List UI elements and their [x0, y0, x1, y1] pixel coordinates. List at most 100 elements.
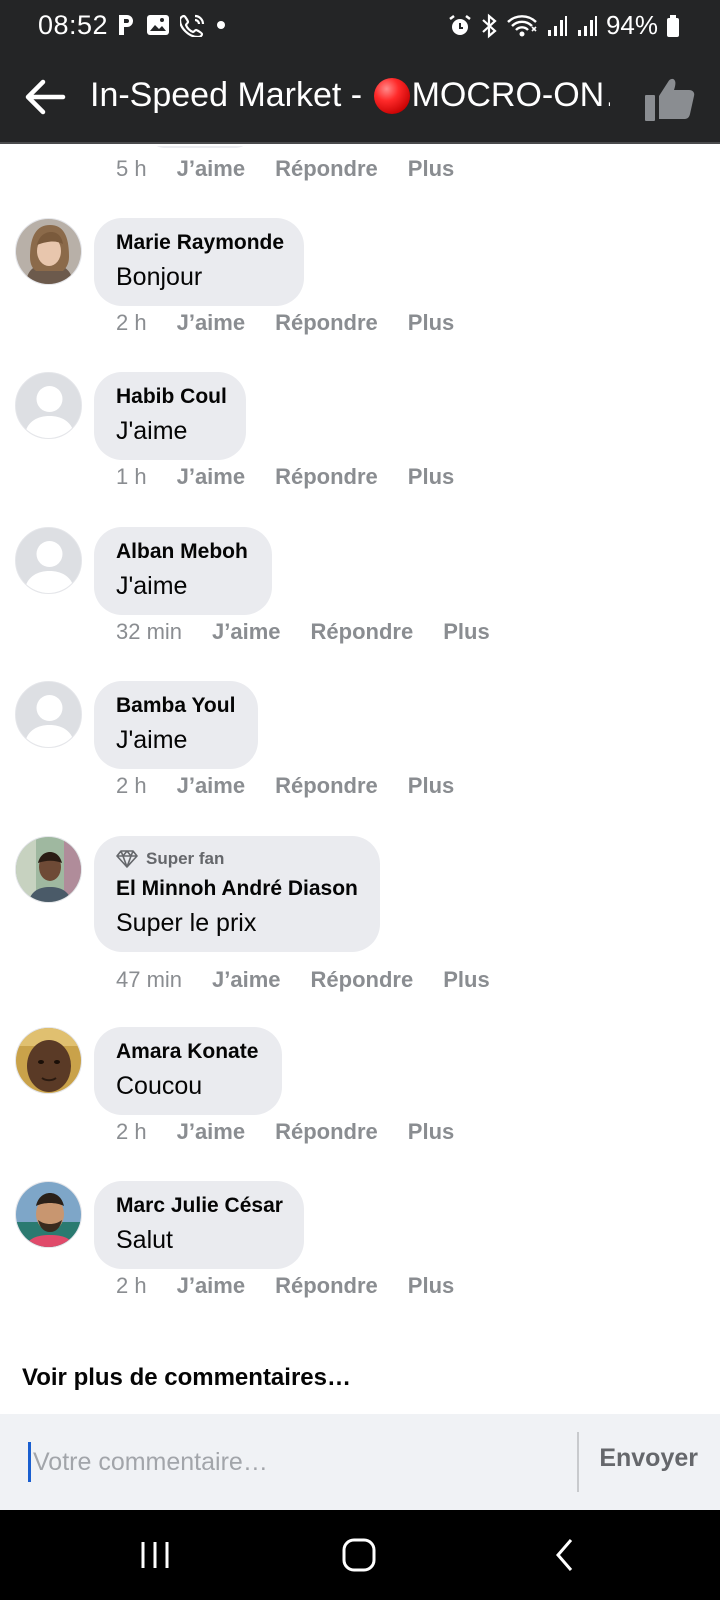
comment-author[interactable]: Habib Coul — [116, 384, 227, 410]
comment-bubble: Alban Meboh J'aime — [94, 527, 272, 615]
page-title: In-Speed Market - MOCRO-ON… — [90, 76, 610, 115]
home-button[interactable] — [334, 1532, 384, 1578]
comment-author[interactable]: El Minnoh André Diason — [116, 876, 358, 902]
send-button[interactable]: Envoyer — [599, 1444, 698, 1473]
like-button[interactable]: J’aime — [212, 619, 281, 645]
more-button[interactable]: Plus — [443, 967, 489, 993]
comment-composer: Envoyer — [0, 1414, 720, 1510]
reply-button[interactable]: Répondre — [275, 464, 378, 490]
comment-actions: 2 h J’aime Répondre Plus — [116, 1119, 454, 1145]
comment-bubble: Super fan El Minnoh André Diason Super l… — [94, 836, 380, 952]
composer-divider — [577, 1432, 579, 1492]
like-button[interactable]: J’aime — [177, 156, 246, 182]
signal-icon — [577, 15, 597, 36]
more-button[interactable]: Plus — [408, 310, 454, 336]
reply-button[interactable]: Répondre — [275, 773, 378, 799]
comments-list: 5 h J’aime Répondre Plus Marie Raymonde … — [0, 146, 720, 1414]
thumbs-up-icon — [645, 78, 695, 121]
comment-bubble: Bamba Youl J'aime — [94, 681, 258, 769]
comment-bubble: Marc Julie César Salut — [94, 1181, 304, 1269]
avatar[interactable] — [15, 218, 82, 285]
avatar[interactable] — [15, 527, 82, 594]
like-button[interactable]: J’aime — [177, 773, 246, 799]
bluetooth-icon — [482, 13, 497, 38]
comment-input[interactable] — [28, 1442, 568, 1482]
reply-button[interactable]: Répondre — [275, 1273, 378, 1299]
comment-actions: 2 h J’aime Répondre Plus — [116, 1273, 454, 1299]
comment-time: 47 min — [116, 967, 183, 992]
partial-comment-actions: 5 h J’aime Répondre Plus — [116, 156, 454, 182]
like-page-button[interactable] — [642, 70, 700, 128]
comment-actions: 1 h J’aime Répondre Plus — [116, 464, 454, 490]
see-more-comments-link[interactable]: Voir plus de commentaires… — [22, 1364, 351, 1392]
super-fan-badge: Super fan — [116, 848, 358, 870]
comment-time: 5 h — [116, 156, 147, 181]
page-title-prefix: In-Speed Market - — [90, 76, 372, 114]
more-button[interactable]: Plus — [443, 619, 489, 645]
comment-author[interactable]: Alban Meboh — [116, 539, 250, 565]
parking-icon — [119, 15, 133, 35]
comment-text: Super le prix — [116, 909, 257, 937]
arrow-left-icon — [25, 79, 66, 115]
system-nav-bar — [0, 1510, 720, 1600]
reply-button[interactable]: Répondre — [275, 1119, 378, 1145]
comment-author[interactable]: Marie Raymonde — [116, 230, 284, 256]
battery-icon — [667, 14, 679, 37]
more-button[interactable]: Plus — [408, 1119, 454, 1145]
avatar[interactable] — [15, 1181, 82, 1248]
more-button[interactable]: Plus — [408, 156, 454, 182]
back-icon — [556, 1539, 573, 1571]
super-fan-label: Super fan — [146, 849, 225, 868]
home-icon — [342, 1538, 376, 1572]
reply-button[interactable]: Répondre — [311, 967, 414, 993]
comment-author[interactable]: Bamba Youl — [116, 693, 236, 719]
comment-text: J'aime — [116, 572, 188, 600]
battery-percent: 94% — [605, 10, 658, 40]
wifi-call-icon — [180, 14, 205, 37]
reply-button[interactable]: Répondre — [275, 156, 378, 182]
comment-text: Coucou — [116, 1072, 203, 1100]
comment-actions: 2 h J’aime Répondre Plus — [116, 310, 454, 336]
back-button[interactable] — [22, 74, 68, 120]
nav-back-button[interactable] — [540, 1532, 590, 1578]
avatar[interactable] — [15, 372, 82, 439]
more-button[interactable]: Plus — [408, 464, 454, 490]
avatar[interactable] — [15, 836, 82, 903]
partial-comment-bubble — [150, 146, 250, 148]
avatar[interactable] — [15, 681, 82, 748]
alarm-icon — [449, 14, 471, 35]
comment-time: 32 min — [116, 619, 183, 644]
diamond-icon — [116, 850, 138, 868]
status-system-icons: 94% — [448, 10, 680, 41]
like-button[interactable]: J’aime — [177, 1119, 246, 1145]
app-header: In-Speed Market - MOCRO-ON… — [0, 52, 720, 144]
signal-icon — [547, 15, 567, 36]
recent-apps-icon — [141, 1542, 169, 1568]
reply-button[interactable]: Répondre — [275, 310, 378, 336]
recent-apps-button[interactable] — [130, 1532, 180, 1578]
comment-text: J'aime — [116, 726, 188, 754]
comment-text: Bonjour — [116, 263, 203, 291]
like-button[interactable]: J’aime — [177, 310, 246, 336]
more-button[interactable]: Plus — [408, 773, 454, 799]
comment-time: 2 h — [116, 1273, 147, 1298]
comment-author[interactable]: Marc Julie César — [116, 1193, 283, 1219]
comment-time: 2 h — [116, 773, 147, 798]
status-notification-icons — [116, 13, 226, 37]
like-button[interactable]: J’aime — [177, 464, 246, 490]
comment-actions: 32 min J’aime Répondre Plus — [116, 619, 490, 645]
comment-bubble: Marie Raymonde Bonjour — [94, 218, 304, 306]
comment-text: Salut — [116, 1226, 173, 1254]
comment-text: J'aime — [116, 417, 188, 445]
comment-actions: 47 min J’aime Répondre Plus — [116, 967, 490, 993]
comment-time: 1 h — [116, 464, 147, 489]
reply-button[interactable]: Répondre — [311, 619, 414, 645]
comment-time: 2 h — [116, 1119, 147, 1144]
more-button[interactable]: Plus — [408, 1273, 454, 1299]
like-button[interactable]: J’aime — [177, 1273, 246, 1299]
like-button[interactable]: J’aime — [212, 967, 281, 993]
comment-actions: 2 h J’aime Répondre Plus — [116, 773, 454, 799]
comment-author[interactable]: Amara Konate — [116, 1039, 260, 1065]
comment-bubble: Amara Konate Coucou — [94, 1027, 282, 1115]
avatar[interactable] — [15, 1027, 82, 1094]
